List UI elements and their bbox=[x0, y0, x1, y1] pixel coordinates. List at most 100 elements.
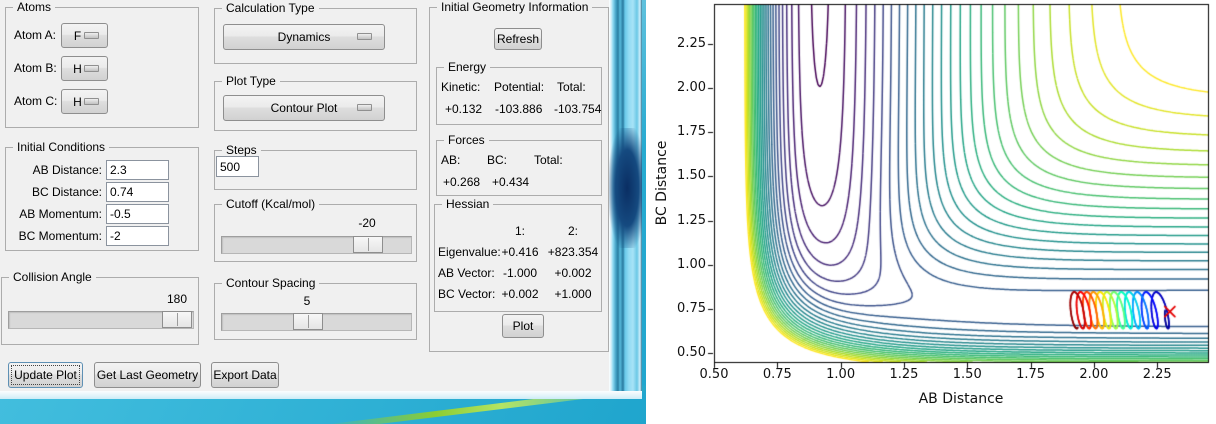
potential-value: -103.886 bbox=[495, 102, 543, 116]
contour-spacing-value: 5 bbox=[303, 294, 311, 308]
atom-c-value: H bbox=[73, 94, 82, 109]
dropdown-dash-icon bbox=[357, 104, 372, 111]
dropdown-dash-icon bbox=[357, 33, 372, 40]
calculation-type-select[interactable]: Dynamics bbox=[223, 24, 385, 50]
kinetic-header: Kinetic: bbox=[441, 80, 481, 94]
export-data-button[interactable]: Export Data bbox=[211, 362, 279, 388]
y-tick-label: 1.25 bbox=[677, 212, 706, 228]
x-tick-label: 0.75 bbox=[762, 367, 792, 382]
potential-header: Potential: bbox=[494, 80, 545, 94]
atom-a-select[interactable]: F bbox=[61, 23, 108, 48]
initial-conditions-title: Initial Conditions bbox=[13, 140, 110, 155]
initial-conditions-group: Initial Conditions AB Distance: BC Dista… bbox=[5, 140, 199, 251]
forces-bc-value: +0.434 bbox=[492, 175, 530, 189]
eigenvalue-1: +0.416 bbox=[501, 245, 539, 259]
y-tick-label: 2.25 bbox=[677, 36, 706, 52]
atom-c-label: Atom C: bbox=[14, 94, 58, 108]
y-tick-label: 1.75 bbox=[677, 124, 706, 140]
get-last-geometry-button[interactable]: Get Last Geometry bbox=[94, 362, 201, 388]
plot-type-value: Contour Plot bbox=[270, 101, 338, 115]
atom-a-label: Atom A: bbox=[14, 28, 57, 42]
y-tick-label: 2.00 bbox=[677, 80, 706, 96]
x-tick-label: 1.25 bbox=[889, 367, 919, 382]
x-tick-label: 2.00 bbox=[1079, 367, 1109, 382]
plot-window: AB Distance BC Distance 0.50 0.50 0.75 0.75… bbox=[646, 0, 1216, 424]
atom-b-select[interactable]: H bbox=[61, 56, 108, 81]
atoms-group: Atoms Atom A: F Atom B: H Atom C: H bbox=[5, 0, 199, 128]
initial-geometry-title: Initial Geometry Information bbox=[437, 0, 593, 15]
contour-spacing-group: Contour Spacing 5 bbox=[214, 276, 417, 340]
ab-vector-2: +0.002 bbox=[554, 266, 592, 280]
eigenvalue-2: +823.354 bbox=[547, 245, 599, 259]
atom-c-select[interactable]: H bbox=[61, 89, 108, 114]
atom-a-value: F bbox=[73, 28, 82, 43]
energy-group: Energy Kinetic: Potential: Total: +0.132… bbox=[436, 60, 602, 125]
x-tick-label: 1.00 bbox=[826, 367, 856, 382]
plot-type-select[interactable]: Contour Plot bbox=[223, 95, 385, 121]
bc-vector-2: +1.000 bbox=[554, 287, 592, 301]
refresh-button[interactable]: Refresh bbox=[494, 28, 542, 50]
atom-b-label: Atom B: bbox=[14, 61, 57, 75]
initial-geometry-group: Initial Geometry Information Refresh Ene… bbox=[429, 0, 609, 352]
atom-b-value: H bbox=[73, 61, 82, 76]
ab-vector-label: AB Vector: bbox=[438, 266, 495, 280]
x-tick-label: 1.75 bbox=[1016, 367, 1046, 382]
simulation-controls-dialog: Atoms Atom A: F Atom B: H Atom C: H Init… bbox=[0, 0, 609, 391]
x-tick-label: 0.50 bbox=[699, 367, 729, 382]
bc-vector-label: BC Vector: bbox=[438, 287, 496, 301]
cutoff-slider-thumb[interactable] bbox=[353, 236, 383, 253]
cutoff-title: Cutoff (Kcal/mol) bbox=[222, 197, 320, 212]
contour-spacing-slider-track[interactable] bbox=[221, 313, 412, 331]
screen: AB Distance BC Distance 0.50 0.50 0.75 0.75… bbox=[0, 0, 1216, 424]
forces-ab-value: +0.268 bbox=[443, 175, 481, 189]
total-header: Total: bbox=[557, 80, 586, 94]
total-energy-value: -103.754 bbox=[554, 102, 602, 116]
bc-vector-1: +0.002 bbox=[501, 287, 539, 301]
ab-momentum-input[interactable] bbox=[106, 204, 169, 224]
collision-angle-group: Collision Angle 180 bbox=[1, 270, 199, 345]
ab-momentum-label: AB Momentum: bbox=[19, 207, 102, 221]
window-bottom-border bbox=[0, 391, 642, 399]
plot-button[interactable]: Plot bbox=[502, 314, 544, 338]
dropdown-dash-icon bbox=[84, 31, 99, 39]
energy-title: Energy bbox=[444, 60, 491, 75]
dropdown-dash-icon bbox=[84, 64, 99, 72]
x-tick-label: 2.25 bbox=[1142, 367, 1172, 382]
bc-momentum-input[interactable] bbox=[106, 226, 169, 246]
contour-plot-canvas bbox=[646, 0, 1216, 424]
plot-type-title: Plot Type bbox=[222, 74, 280, 89]
ab-vector-1: -1.000 bbox=[502, 266, 538, 280]
bc-distance-label: BC Distance: bbox=[31, 185, 102, 199]
hessian-group: Hessian 1: 2: Eigenvalue: +0.416 +823.35… bbox=[434, 197, 602, 312]
update-plot-button[interactable]: Update Plot bbox=[8, 362, 83, 388]
dropdown-dash-icon bbox=[84, 97, 99, 105]
atoms-group-title: Atoms bbox=[13, 0, 56, 15]
cutoff-value: -20 bbox=[358, 216, 376, 230]
forces-group: Forces AB: BC: Total: +0.268 +0.434 bbox=[436, 133, 602, 196]
hessian-col1-header: 1: bbox=[514, 224, 525, 238]
steps-group: Steps bbox=[214, 143, 417, 190]
y-tick-label: 1.50 bbox=[677, 168, 706, 184]
kinetic-value: +0.132 bbox=[445, 102, 483, 116]
steps-input[interactable] bbox=[216, 156, 259, 177]
collision-angle-value: 180 bbox=[166, 292, 188, 306]
plot-type-group: Plot Type Contour Plot bbox=[214, 74, 417, 131]
calculation-type-group: Calculation Type Dynamics bbox=[214, 1, 417, 64]
collision-angle-slider-thumb[interactable] bbox=[162, 311, 192, 328]
bc-momentum-label: BC Momentum: bbox=[18, 229, 102, 243]
bc-distance-input[interactable] bbox=[106, 182, 169, 202]
calculation-type-value: Dynamics bbox=[277, 30, 331, 44]
ab-distance-label: AB Distance: bbox=[32, 163, 102, 177]
hessian-title: Hessian bbox=[442, 197, 494, 212]
y-tick-label: 1.00 bbox=[677, 256, 706, 272]
contour-spacing-slider-thumb[interactable] bbox=[293, 313, 323, 330]
forces-bc-header: BC: bbox=[487, 153, 508, 167]
cutoff-slider-track[interactable] bbox=[221, 236, 412, 254]
cutoff-group: Cutoff (Kcal/mol) -20 bbox=[214, 197, 417, 262]
window-glass-border-shadow bbox=[609, 128, 642, 248]
y-tick-label: 0.50 bbox=[677, 344, 706, 360]
collision-angle-title: Collision Angle bbox=[9, 270, 96, 285]
collision-angle-slider-track[interactable] bbox=[8, 311, 194, 329]
ab-distance-input[interactable] bbox=[106, 160, 169, 180]
forces-ab-header: AB: bbox=[441, 153, 461, 167]
